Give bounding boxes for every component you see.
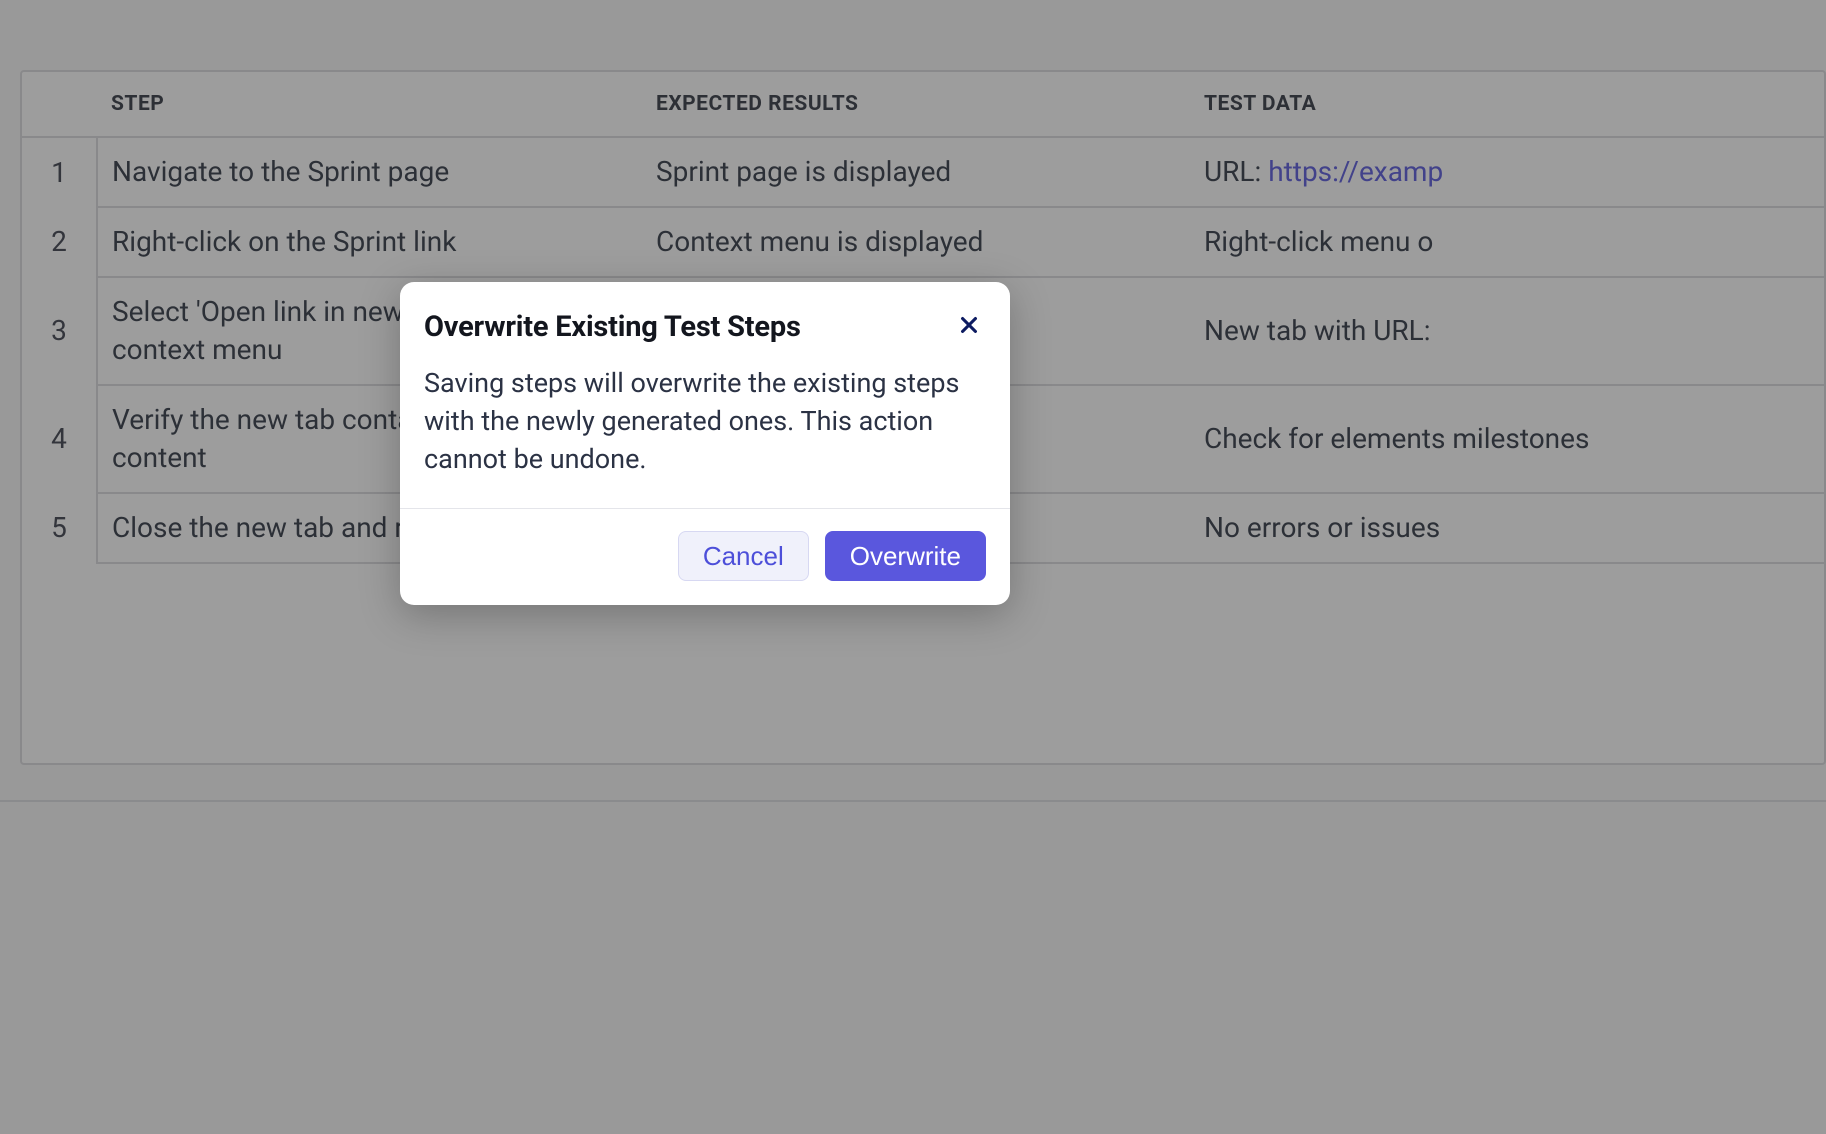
modal-title: Overwrite Existing Test Steps — [424, 310, 801, 344]
page-background: STEP EXPECTED RESULTS TEST DATA 1 Naviga… — [0, 0, 1826, 1134]
modal-footer: Cancel Overwrite — [400, 508, 1010, 605]
overwrite-button[interactable]: Overwrite — [825, 531, 986, 581]
modal-close-button[interactable] — [954, 310, 984, 340]
modal-body: Saving steps will overwrite the existing… — [400, 350, 1010, 508]
modal-header: Overwrite Existing Test Steps — [400, 282, 1010, 350]
cancel-button[interactable]: Cancel — [678, 531, 809, 581]
overwrite-modal: Overwrite Existing Test Steps Saving ste… — [400, 282, 1010, 605]
close-icon — [958, 314, 980, 336]
